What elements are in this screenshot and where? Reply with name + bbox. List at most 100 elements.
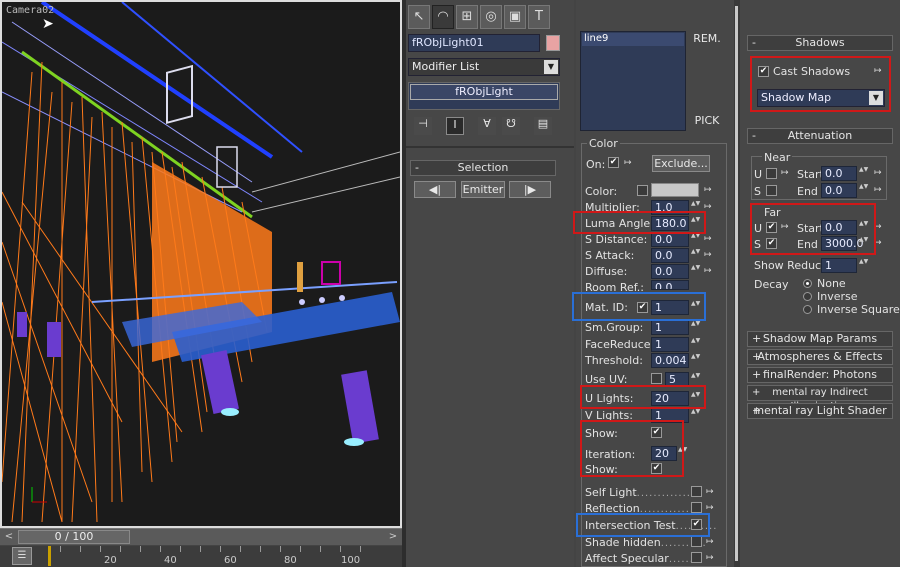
key-icon[interactable]: ↦ <box>704 250 712 260</box>
key-icon[interactable]: ↦ <box>781 168 789 178</box>
key-icon[interactable]: ↦ <box>874 185 882 195</box>
key-icon[interactable]: ↦ <box>704 234 712 244</box>
key-icon[interactable]: ↦ <box>704 266 712 276</box>
color-swatch[interactable] <box>651 183 699 197</box>
key-icon[interactable]: ↦ <box>706 487 714 497</box>
spinner-icon[interactable]: ▲▼ <box>691 337 700 352</box>
shadows-rollout-header[interactable]: - Shadows <box>747 35 893 51</box>
emitter-button[interactable]: Emitter <box>461 181 505 198</box>
rollout-header[interactable]: +mental ray Indirect Illumination <box>747 385 893 412</box>
use-uv-checkbox[interactable] <box>651 373 662 384</box>
decay-none-radio[interactable] <box>803 279 812 288</box>
param-label: Color: <box>585 185 618 198</box>
selection-rollout-header[interactable]: - Selection <box>410 160 556 176</box>
near-end-input[interactable]: 0.0 <box>821 183 857 198</box>
pick-button[interactable]: PICK <box>689 113 725 131</box>
color-checkbox[interactable] <box>637 185 648 196</box>
time-next-button[interactable]: > <box>386 530 400 544</box>
near-start-input[interactable]: 0.0 <box>821 166 857 181</box>
param-input[interactable]: 1 <box>651 337 689 352</box>
param-input[interactable]: 1 <box>651 320 689 335</box>
hierarchy-tab-icon[interactable]: ⊞ <box>456 5 478 29</box>
option-checkbox[interactable] <box>691 502 702 513</box>
option-checkbox[interactable] <box>691 536 702 547</box>
rollout-header[interactable]: + Atmospheres & Effects <box>747 349 893 365</box>
viewport-label[interactable]: Camera02 <box>6 5 54 16</box>
decay-option-label: Inverse <box>817 290 858 303</box>
spinner-icon[interactable]: ▲▼ <box>691 232 700 247</box>
modify-tab-icon[interactable]: ◠ <box>432 5 454 29</box>
chevron-down-icon[interactable]: ▼ <box>544 60 558 74</box>
spinner-icon[interactable]: ▲▼ <box>859 166 868 181</box>
key-icon[interactable]: ↦ <box>704 185 712 195</box>
emitter-list[interactable]: line9 <box>580 31 686 131</box>
next-emitter-button[interactable]: |▶ <box>509 181 551 198</box>
time-slider-thumb[interactable]: 0 / 100 <box>18 530 130 544</box>
modifier-list-label: Modifier List <box>412 60 480 73</box>
rollout-header[interactable]: + finalRender: Photons <box>747 367 893 383</box>
motion-tab-icon[interactable]: ◎ <box>480 5 502 29</box>
key-icon[interactable]: ↦ <box>706 537 714 547</box>
decay-inverse-square-radio[interactable] <box>803 305 812 314</box>
make-unique-icon[interactable]: ∀ <box>478 117 496 135</box>
camera-viewport[interactable]: Camera02 ➤ <box>0 0 402 528</box>
exclude-button[interactable]: Exclude... <box>652 155 710 172</box>
attenuation-rollout-header[interactable]: - Attenuation <box>747 128 893 144</box>
spinner-icon[interactable]: ▲▼ <box>691 264 700 279</box>
param-input[interactable]: 0.004 <box>651 353 689 368</box>
create-tab-icon[interactable]: ↖ <box>408 5 430 29</box>
decay-inverse-radio[interactable] <box>803 292 812 301</box>
show-end-result-icon[interactable]: I <box>446 117 464 135</box>
start-label: Start <box>797 168 824 181</box>
key-icon[interactable]: ↦ <box>874 168 882 178</box>
display-tab-icon[interactable]: ▣ <box>504 5 526 29</box>
prev-emitter-button[interactable]: ◀| <box>414 181 456 198</box>
key-icon[interactable]: ↦ <box>706 553 714 563</box>
object-color-swatch[interactable] <box>546 35 560 51</box>
spinner-icon[interactable]: ▲▼ <box>859 183 868 198</box>
selection-title: Selection <box>457 161 509 174</box>
on-checkbox[interactable]: ✔ <box>608 157 619 168</box>
param-label: Threshold: <box>585 354 643 367</box>
list-item[interactable]: line9 <box>582 33 684 46</box>
spinner-icon[interactable]: ▲▼ <box>691 408 700 423</box>
configure-modifier-icon[interactable]: ▤ <box>534 117 552 135</box>
spinner-icon[interactable]: ▲▼ <box>859 258 868 273</box>
param-label: S Distance: <box>585 233 648 246</box>
spinner-icon[interactable]: ▲▼ <box>691 353 700 368</box>
key-icon[interactable]: ↦ <box>706 503 714 513</box>
param-input[interactable]: 0.0 <box>651 280 689 290</box>
stack-item[interactable]: fRObjLight <box>410 84 558 100</box>
show-reduce-input[interactable]: 1 <box>821 258 857 273</box>
utilities-tab-icon[interactable]: T <box>528 5 550 29</box>
pin-stack-icon[interactable]: ⊣ <box>414 117 432 135</box>
use-label: U <box>754 168 763 181</box>
modifier-list-dropdown[interactable]: Modifier List ▼ <box>408 58 560 76</box>
stack-toolbar: ⊣ I ∀ ☋ ▤ <box>408 115 560 137</box>
param-input[interactable]: 0.0 <box>651 248 689 263</box>
remove-modifier-icon[interactable]: ☋ <box>502 117 520 135</box>
shadows-title: Shadows <box>795 36 845 49</box>
track-bar[interactable]: ☰ 20 40 60 80 100 <box>0 546 402 567</box>
remove-button[interactable]: REM. <box>689 31 725 49</box>
tick-label: 100 <box>341 555 361 566</box>
key-icon[interactable]: ↦ <box>624 158 632 168</box>
param-input[interactable]: 0.0 <box>651 232 689 247</box>
rollout-header[interactable]: + mental ray Light Shader <box>747 403 893 419</box>
spinner-icon[interactable]: ▲▼ <box>691 320 700 335</box>
spinner-icon[interactable]: ▲▼ <box>691 248 700 263</box>
time-prev-button[interactable]: < <box>2 530 16 544</box>
mat-id-highlight <box>572 292 706 321</box>
near-show-checkbox[interactable] <box>766 185 777 196</box>
near-use-checkbox[interactable] <box>766 168 777 179</box>
curve-editor-icon[interactable]: ☰ <box>12 547 32 565</box>
time-slider[interactable]: < 0 / 100 > <box>0 528 402 545</box>
object-name-field[interactable]: fRObjLight01 <box>408 34 540 52</box>
param-input[interactable]: 0.0 <box>651 264 689 279</box>
rollout-header[interactable]: + Shadow Map Params <box>747 331 893 347</box>
option-checkbox[interactable] <box>691 552 702 563</box>
modifier-stack[interactable]: fRObjLight <box>408 82 560 110</box>
param-label: Sm.Group: <box>585 321 644 334</box>
end-label: End <box>797 185 818 198</box>
option-checkbox[interactable] <box>691 486 702 497</box>
